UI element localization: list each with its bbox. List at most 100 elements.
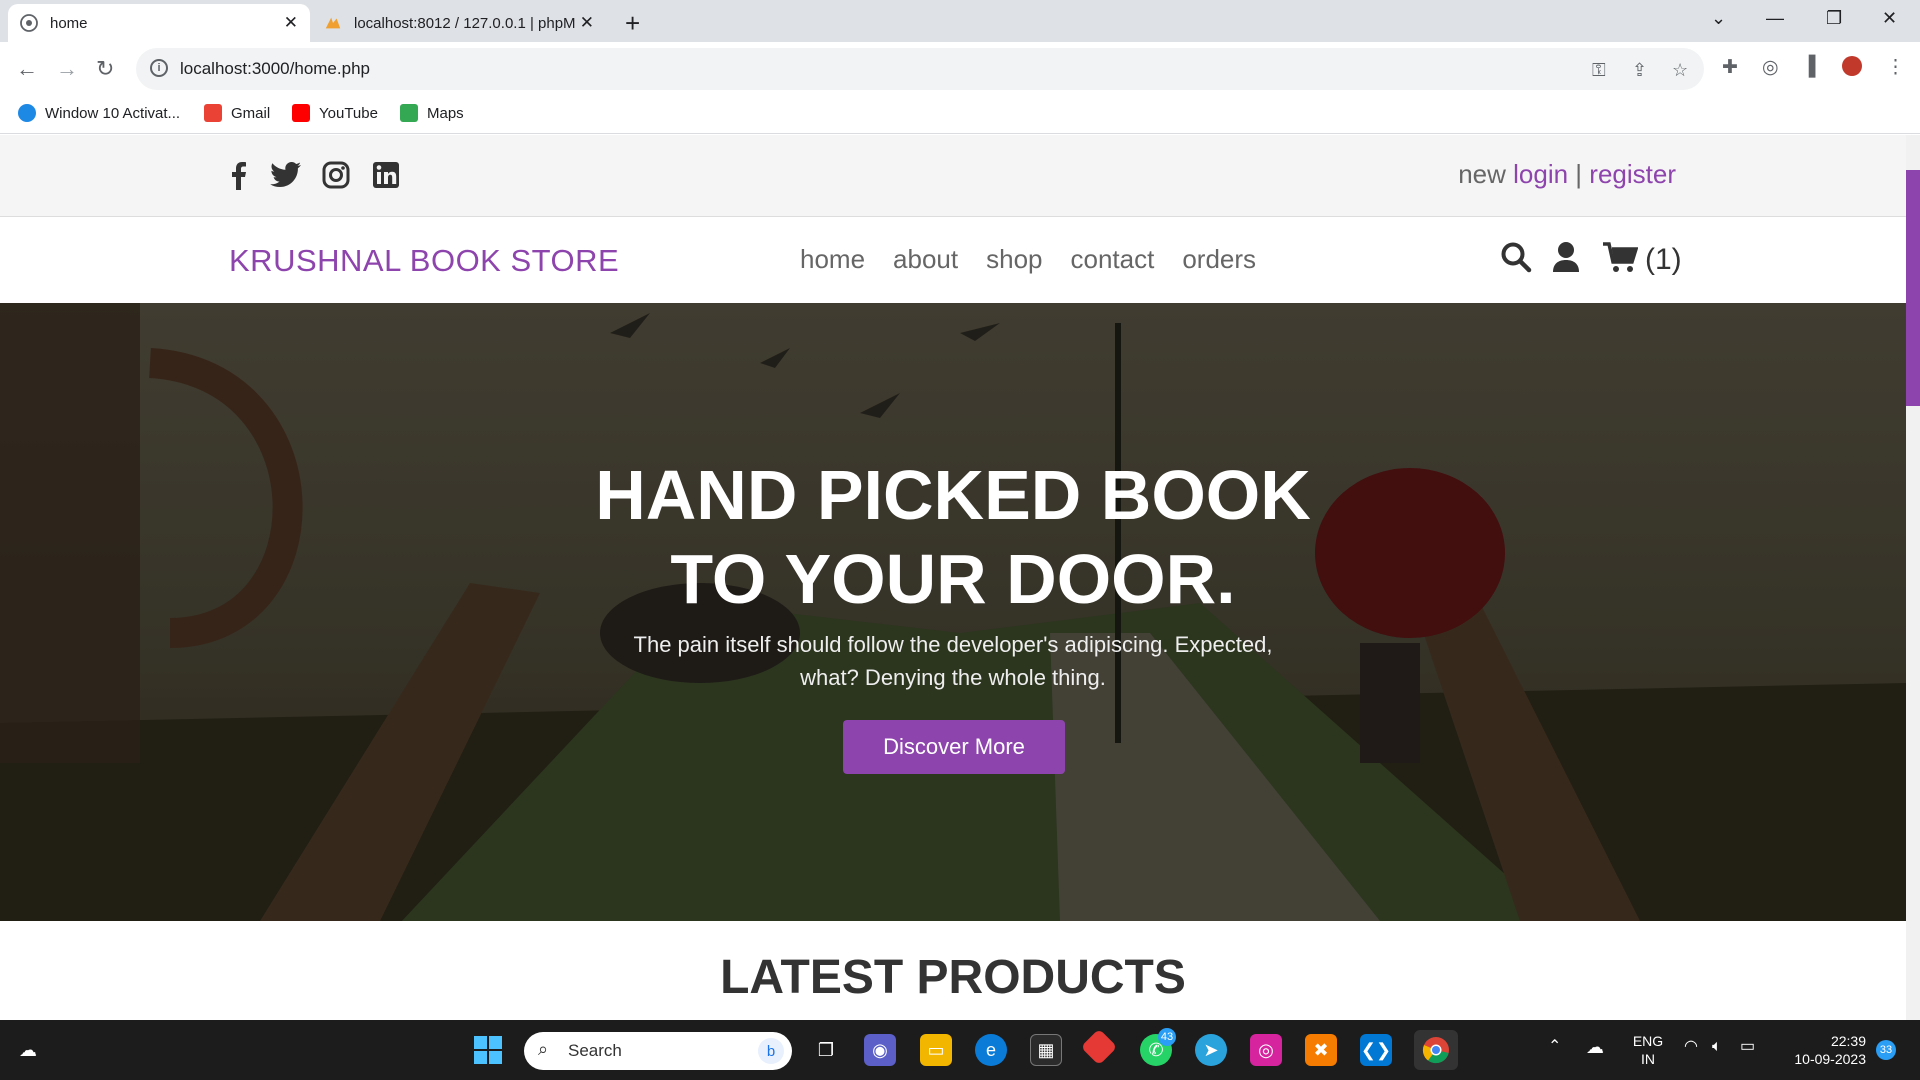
onedrive-icon[interactable]: ☁ <box>1586 1038 1604 1056</box>
menu-kebab-icon[interactable]: ⋮ <box>1886 56 1905 79</box>
tab-search-chevron-icon[interactable]: ⌄ <box>1711 8 1726 29</box>
volume-icon[interactable]: 🔈︎ <box>1712 1038 1722 1056</box>
hero-subtitle-line1: The pain itself should follow the develo… <box>633 632 1273 657</box>
anydesk-icon[interactable] <box>1080 1028 1118 1066</box>
back-icon[interactable]: ← <box>16 56 38 82</box>
cart-icon[interactable] <box>1602 241 1639 278</box>
new-tab-button[interactable]: + <box>625 8 640 39</box>
bookmark-maps[interactable]: Maps <box>400 104 464 122</box>
main-nav: home about shop contact orders <box>800 244 1256 275</box>
share-icon[interactable]: ⇪ <box>1632 60 1647 81</box>
edge-icon[interactable]: e <box>975 1034 1007 1066</box>
browser-toolbar: ← → ↻ i localhost:3000/home.php ⚿ ⇪ ☆ ✚ … <box>0 42 1920 96</box>
weather-icon[interactable]: ☁ <box>12 1034 44 1066</box>
file-explorer-icon[interactable]: ▭ <box>920 1034 952 1066</box>
bookmark-label: YouTube <box>319 104 378 122</box>
hero-section: HAND PICKED BOOK TO YOUR DOOR. The pain … <box>0 303 1906 921</box>
wifi-icon[interactable]: ◠ <box>1684 1038 1698 1056</box>
bookmark-label: Window 10 Activat... <box>45 104 181 122</box>
extensions-puzzle-icon[interactable]: ✚ <box>1722 56 1738 79</box>
latest-products-heading: LATEST PRODUCTS <box>720 951 1186 1004</box>
close-tab-icon[interactable]: ✕ <box>580 13 594 33</box>
site-info-icon[interactable]: i <box>150 59 168 77</box>
nav-about[interactable]: about <box>893 244 958 275</box>
url-text: localhost:3000/home.php <box>180 59 370 78</box>
tab-phpmyadmin[interactable]: localhost:8012 / 127.0.0.1 | phpM ✕ <box>312 4 606 42</box>
language-indicator[interactable]: ENG IN <box>1630 1032 1666 1068</box>
nav-contact[interactable]: contact <box>1071 244 1155 275</box>
search-icon: ⌕ <box>538 1039 549 1059</box>
browser-tabstrip: home ✕ localhost:8012 / 127.0.0.1 | phpM… <box>0 0 1920 42</box>
reload-icon[interactable]: ↻ <box>96 56 114 82</box>
discover-more-button[interactable]: Discover More <box>843 720 1065 774</box>
side-panel-icon[interactable]: ▐ <box>1802 56 1815 78</box>
forward-icon[interactable]: → <box>56 56 78 82</box>
windows-taskbar: ☁ ⌕ Search b ❐ ◉ ▭ e ▦ ✆ 43 ➤ ◎ ✖ ❮❯ ⌃ ☁… <box>0 1020 1920 1080</box>
telegram-icon[interactable]: ➤ <box>1195 1034 1227 1066</box>
windows-start-icon[interactable] <box>472 1034 504 1066</box>
xampp-icon[interactable]: ✖ <box>1305 1034 1337 1066</box>
phpmyadmin-icon <box>324 14 342 32</box>
login-link[interactable]: login <box>1513 159 1568 189</box>
instagram-icon[interactable] <box>320 159 352 191</box>
bookmark-label: Gmail <box>231 104 271 122</box>
store-icon[interactable]: ▦ <box>1030 1034 1062 1066</box>
site-logo[interactable]: KRUSHNAL BOOK STORE <box>229 243 619 279</box>
taskbar-search-box[interactable]: ⌕ Search b <box>524 1032 792 1070</box>
hero-title-line1: HAND PICKED BOOK <box>595 456 1311 534</box>
linkedin-icon[interactable] <box>370 159 402 191</box>
bookmark-gmail[interactable]: Gmail <box>204 104 270 122</box>
bookmark-star-icon[interactable]: ☆ <box>1672 60 1688 81</box>
tab-title: localhost:8012 / 127.0.0.1 | phpM <box>354 14 576 32</box>
nav-shop[interactable]: shop <box>986 244 1042 275</box>
globe-icon <box>20 14 38 32</box>
cart-count[interactable]: (1) <box>1645 243 1682 277</box>
bing-icon[interactable]: b <box>758 1038 784 1064</box>
hero-title: HAND PICKED BOOK TO YOUR DOOR. <box>453 453 1453 621</box>
extension-icon[interactable]: ◎ <box>1762 56 1779 79</box>
search-icon[interactable] <box>1500 241 1532 278</box>
bookmark-favicon-icon <box>18 104 36 122</box>
vscode-icon[interactable]: ❮❯ <box>1360 1034 1392 1066</box>
minimize-icon[interactable]: — <box>1766 8 1784 29</box>
auth-separator: | <box>1575 159 1583 189</box>
tab-home[interactable]: home ✕ <box>8 4 310 42</box>
main-header: KRUSHNAL BOOK STORE home about shop cont… <box>0 217 1906 303</box>
whatsapp-badge: 43 <box>1158 1028 1176 1046</box>
hero-subtitle-line2: what? Denying the whole thing. <box>800 665 1106 690</box>
nav-home[interactable]: home <box>800 244 865 275</box>
bookmark-windows-activation[interactable]: Window 10 Activat... <box>18 104 180 122</box>
teams-chat-icon[interactable]: ◉ <box>864 1034 896 1066</box>
address-bar[interactable]: i localhost:3000/home.php ⚿ ⇪ ☆ <box>136 48 1704 90</box>
hero-title-line2: TO YOUR DOOR. <box>670 540 1236 618</box>
battery-icon[interactable]: ▭ <box>1740 1038 1755 1056</box>
notification-badge[interactable]: 33 <box>1876 1040 1896 1060</box>
register-link[interactable]: register <box>1589 159 1676 189</box>
clock[interactable]: 22:39 10-09-2023 <box>1774 1032 1866 1068</box>
profile-avatar[interactable] <box>1842 56 1862 76</box>
clock-date: 10-09-2023 <box>1794 1051 1866 1067</box>
close-tab-icon[interactable]: ✕ <box>284 13 298 33</box>
user-icon[interactable] <box>1552 241 1580 278</box>
bookmarks-bar: Window 10 Activat... Gmail YouTube Maps <box>0 96 1920 134</box>
auth-links: new login | register <box>1458 159 1676 190</box>
twitter-icon[interactable] <box>270 159 302 191</box>
task-view-icon[interactable]: ❐ <box>810 1034 842 1066</box>
maximize-icon[interactable]: ❐ <box>1826 8 1842 29</box>
chrome-icon[interactable] <box>1414 1030 1458 1070</box>
show-hidden-icons-chevron[interactable]: ⌃ <box>1548 1038 1561 1056</box>
new-text: new <box>1458 159 1506 189</box>
nav-orders[interactable]: orders <box>1182 244 1256 275</box>
scrollbar-thumb[interactable] <box>1906 170 1920 406</box>
bookmark-youtube[interactable]: YouTube <box>292 104 378 122</box>
taskbar-search-placeholder: Search <box>568 1041 622 1060</box>
hero-subtitle: The pain itself should follow the develo… <box>553 628 1353 694</box>
instagram-app-icon[interactable]: ◎ <box>1250 1034 1282 1066</box>
close-window-icon[interactable]: ✕ <box>1882 8 1897 29</box>
clock-time: 22:39 <box>1830 1033 1866 1049</box>
key-icon[interactable]: ⚿ <box>1592 60 1606 81</box>
facebook-icon[interactable] <box>222 159 254 191</box>
top-header: new login | register <box>0 135 1906 217</box>
bookmark-label: Maps <box>427 104 464 122</box>
lang-line2: IN <box>1641 1051 1655 1067</box>
